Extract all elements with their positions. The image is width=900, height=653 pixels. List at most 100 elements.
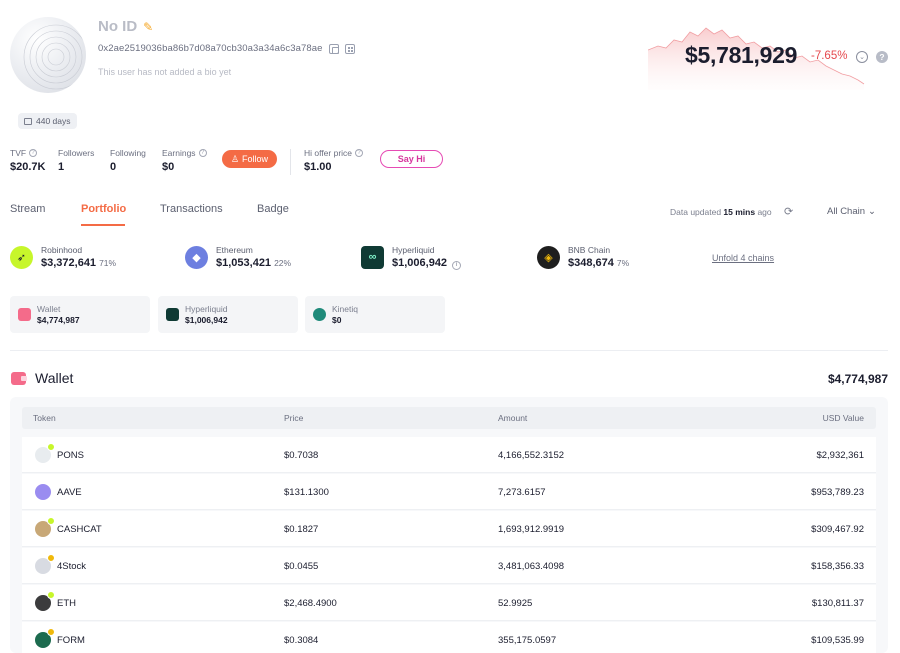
token-amount: 4,166,552.3152 bbox=[498, 450, 565, 461]
chain-filter-label: All Chain bbox=[827, 206, 866, 217]
chain-badge-icon bbox=[47, 517, 55, 525]
networth-change: -7.65% bbox=[811, 50, 848, 62]
kinetiq-icon bbox=[313, 308, 326, 321]
bnb-icon: ◈ bbox=[537, 245, 560, 269]
info-icon[interactable]: ? bbox=[198, 149, 207, 157]
token-symbol: PONS bbox=[57, 449, 84, 461]
data-updated-suffix: ago bbox=[757, 207, 772, 217]
avatar bbox=[10, 17, 86, 93]
protocol-card-wallet[interactable]: Wallet $4,774,987 bbox=[10, 296, 150, 333]
profile-name: No ID bbox=[98, 18, 138, 35]
tab-portfolio[interactable]: Portfolio bbox=[81, 203, 126, 215]
chain-amount: $1,053,421 bbox=[216, 257, 272, 269]
table-row[interactable] bbox=[22, 585, 876, 621]
hyperliquid-icon bbox=[166, 308, 179, 321]
token-cell: CASHCAT bbox=[35, 517, 102, 537]
chevron-down-circle-icon[interactable]: ⌄ bbox=[856, 51, 868, 63]
form-icon bbox=[35, 628, 55, 648]
data-updated-time: 15 mins bbox=[723, 207, 756, 217]
chain-amount: $348,674 bbox=[568, 257, 614, 269]
stat-hi-offer-value: $1.00 bbox=[304, 161, 332, 173]
tab-stream[interactable]: Stream bbox=[10, 203, 45, 215]
token-amount: 1,693,912.9919 bbox=[498, 524, 565, 535]
token-symbol: 4Stock bbox=[57, 560, 87, 572]
stat-followers[interactable]: Followers 1 bbox=[58, 148, 94, 173]
follow-button[interactable]: ♙ Follow bbox=[222, 150, 277, 168]
column-header-token: Token bbox=[33, 413, 56, 423]
token-amount: 52.9925 bbox=[498, 598, 533, 609]
edit-pencil-icon[interactable]: ✎ bbox=[143, 20, 153, 34]
chain-hyperliquid[interactable]: ∞ Hyperliquid $1,006,942 i bbox=[361, 245, 462, 270]
chain-bnb[interactable]: ◈ BNB Chain $348,674 7% bbox=[537, 245, 629, 269]
stat-tvf-value: $20.7K bbox=[10, 161, 46, 173]
stat-following-value: 0 bbox=[110, 161, 117, 173]
stat-followers-label: Followers bbox=[58, 148, 95, 158]
account-age-text: 440 days bbox=[36, 116, 71, 126]
section-divider bbox=[10, 350, 888, 351]
data-updated-text: Data updated 15 mins ago bbox=[670, 207, 772, 217]
chain-pct: 7% bbox=[616, 258, 630, 268]
protocol-card-hyperliquid[interactable]: Hyperliquid $1,006,942 bbox=[158, 296, 298, 333]
info-icon[interactable]: i bbox=[452, 260, 462, 270]
wallet-title: Wallet bbox=[35, 370, 74, 386]
table-header bbox=[22, 407, 876, 429]
stat-following[interactable]: Following 0 bbox=[110, 148, 146, 173]
protocol-name: Kinetiq bbox=[332, 304, 358, 314]
4stock-icon bbox=[35, 554, 55, 574]
profile-name-row: No ID ✎ bbox=[98, 18, 153, 35]
token-symbol: CASHCAT bbox=[57, 523, 102, 535]
stat-followers-value: 1 bbox=[58, 161, 65, 173]
token-price: $2,468.4900 bbox=[284, 598, 337, 609]
pons-icon bbox=[35, 443, 55, 463]
say-hi-button[interactable]: Say Hi bbox=[380, 150, 443, 168]
unfold-chains-link[interactable]: Unfold 4 chains bbox=[712, 253, 774, 263]
protocol-name: Hyperliquid bbox=[185, 304, 228, 314]
data-updated-prefix: Data updated bbox=[670, 207, 722, 217]
token-usd-value: $953,789.23 bbox=[811, 487, 864, 498]
networth-value: $5,781,929 bbox=[685, 42, 798, 68]
stat-tvf: TVF? $20.7K bbox=[10, 148, 45, 173]
wallet-icon bbox=[11, 371, 27, 385]
help-icon[interactable]: ? bbox=[876, 51, 888, 63]
info-icon[interactable]: ? bbox=[29, 149, 38, 157]
protocol-value: $0 bbox=[332, 315, 342, 325]
token-usd-value: $109,535.99 bbox=[811, 635, 864, 646]
table-row[interactable] bbox=[22, 474, 876, 510]
token-amount: 355,175.0597 bbox=[498, 635, 557, 646]
protocol-card-kinetiq[interactable]: Kinetiq $0 bbox=[305, 296, 445, 333]
wallet-icon bbox=[18, 308, 31, 321]
token-price: $0.1827 bbox=[284, 524, 319, 535]
token-amount: 7,273.6157 bbox=[498, 487, 546, 498]
hyperliquid-icon: ∞ bbox=[361, 245, 384, 269]
user-plus-icon: ♙ bbox=[230, 153, 240, 164]
info-icon[interactable]: ? bbox=[355, 149, 364, 157]
refresh-icon[interactable]: ⟳ bbox=[784, 205, 793, 218]
avatar-pattern-icon bbox=[23, 24, 86, 90]
token-cell: 4Stock bbox=[35, 554, 87, 574]
table-row[interactable] bbox=[22, 548, 876, 584]
chain-badge-icon bbox=[47, 591, 55, 599]
table-row[interactable] bbox=[22, 622, 876, 653]
chain-amount: $1,006,942 bbox=[392, 257, 448, 269]
table-row[interactable] bbox=[22, 511, 876, 547]
copy-icon[interactable] bbox=[328, 43, 339, 54]
chain-badge-icon bbox=[47, 554, 55, 562]
chain-ethereum[interactable]: ◆ Ethereum $1,053,421 22% bbox=[185, 245, 291, 269]
tab-transactions[interactable]: Transactions bbox=[160, 203, 223, 215]
token-symbol: ETH bbox=[57, 597, 76, 609]
tab-badge[interactable]: Badge bbox=[257, 203, 289, 215]
stats-divider bbox=[290, 149, 291, 175]
chain-filter-dropdown[interactable]: All Chain ⌄ bbox=[827, 206, 876, 217]
stat-earnings: Earnings? $0 bbox=[162, 148, 207, 173]
chain-amount: $3,372,641 bbox=[41, 257, 97, 269]
wallet-address: 0x2ae2519036ba86b7d08a70cb30a3a34a6c3a78… bbox=[98, 43, 323, 54]
profile-bio: This user has not added a bio yet bbox=[98, 67, 232, 77]
token-usd-value: $309,467.92 bbox=[811, 524, 864, 535]
chain-badge-icon bbox=[47, 443, 55, 451]
qr-code-icon[interactable] bbox=[344, 43, 355, 54]
chain-badge-icon bbox=[47, 628, 55, 636]
chain-robinhood[interactable]: ➶ Robinhood $3,372,641 71% bbox=[10, 245, 116, 269]
table-row[interactable] bbox=[22, 437, 876, 473]
chain-name: Robinhood bbox=[41, 245, 83, 255]
column-header-amount: Amount bbox=[498, 413, 528, 423]
